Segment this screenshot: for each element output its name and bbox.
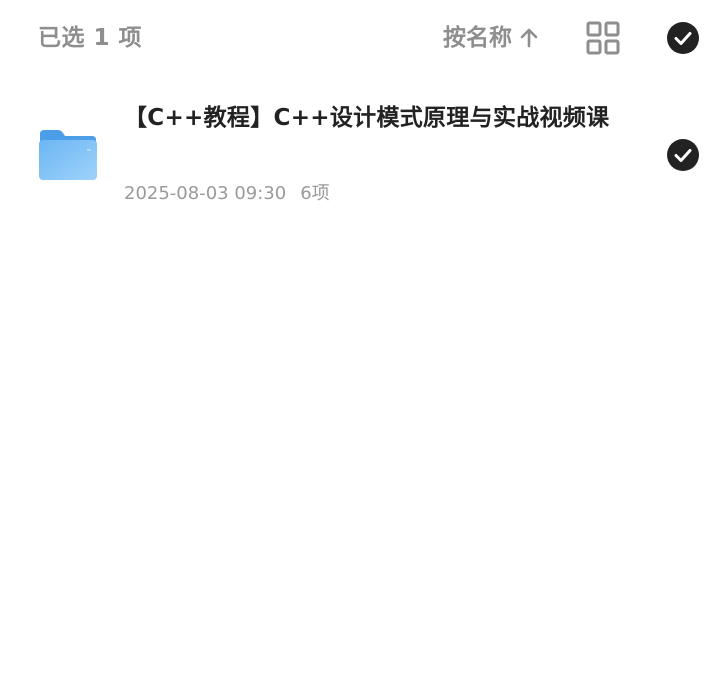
file-meta: 2025-08-03 09:30 6项 xyxy=(124,182,330,206)
arrow-up-icon xyxy=(518,27,540,49)
selected-count-label: 已选 1 项 xyxy=(38,25,143,51)
selection-header: 已选 1 项 按名称 xyxy=(0,0,714,76)
select-all-check-icon[interactable] xyxy=(667,22,699,54)
file-date: 2025-08-03 09:30 xyxy=(124,183,287,204)
file-name: 【C++教程】C++设计模式原理与实战视频课 xyxy=(124,105,610,131)
sort-label: 按名称 xyxy=(443,25,512,51)
file-selection-page: 已选 1 项 按名称 【C++教程】C++设计模式原理与实战视频课 2025-0… xyxy=(0,0,714,691)
sort-by-name-button[interactable]: 按名称 xyxy=(443,22,540,54)
grid-view-icon[interactable] xyxy=(586,21,620,55)
file-list-item[interactable]: 【C++教程】C++设计模式原理与实战视频课 2025-08-03 09:30 6… xyxy=(0,90,714,220)
file-item-count: 6项 xyxy=(300,183,330,204)
folder-icon xyxy=(38,128,98,182)
row-check-icon[interactable] xyxy=(667,139,699,171)
